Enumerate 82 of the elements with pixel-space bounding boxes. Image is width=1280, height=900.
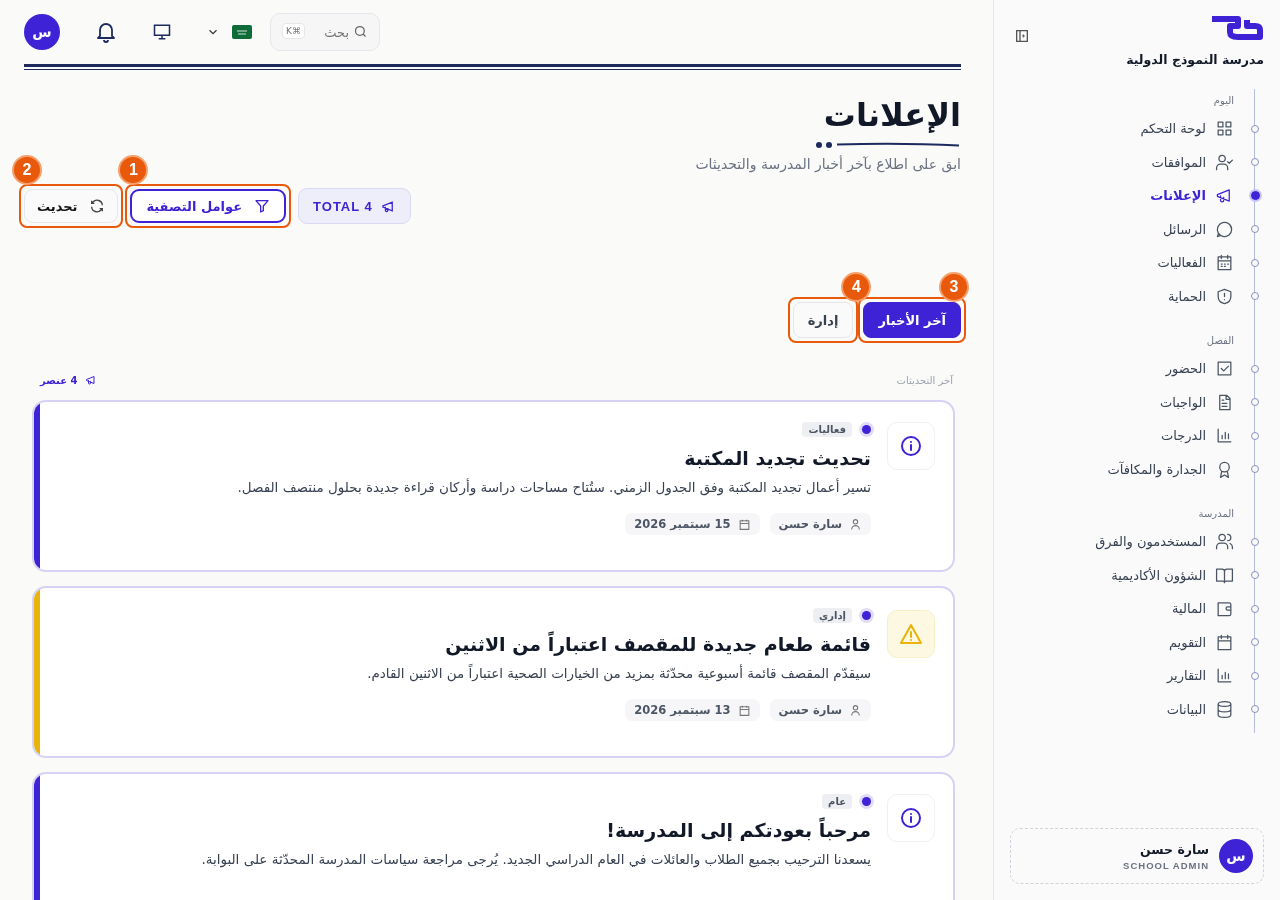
sidebar-toggle-icon[interactable] [1014, 28, 1030, 44]
language-selector[interactable] [206, 25, 252, 39]
page-title: الإعلانات [823, 96, 961, 134]
callout-badge: 1 [118, 155, 149, 185]
nav-item[interactable]: التقارير [1166, 666, 1234, 686]
nav-section-label: المدرسة [1197, 508, 1234, 519]
user-check-icon [1215, 152, 1234, 172]
tab[interactable]: إدارة [792, 302, 854, 338]
category-tag: فعاليات [802, 422, 852, 437]
info-icon [899, 434, 923, 458]
status-dot [862, 425, 871, 434]
nav-item[interactable]: الواجبات [1159, 392, 1234, 412]
nav-item[interactable]: لوحة التحكم [1140, 119, 1234, 139]
megaphone-icon [85, 374, 98, 386]
announcement-title: قائمة طعام جديدة للمقصف اعتباراً من الاثنين [445, 633, 871, 655]
date-text: 13 سبتمبر 2026 [634, 703, 731, 717]
person-icon [849, 703, 862, 717]
status-dot [862, 611, 871, 620]
megaphone-icon [380, 198, 396, 214]
announcement-title: مرحباً بعودتكم إلى المدرسة! [606, 819, 871, 841]
announcement-title: تحديث تجديد المكتبة [684, 447, 871, 469]
list-heading: آخر التحديثات [896, 374, 953, 386]
callout-badge: 4 [841, 272, 872, 302]
announcement-text: تسير أعمال تجديد المكتبة وفق الجدول الزمني. ستُتاح مساحات دراسة وأركان قراءة جديدة بحلول منتصف الفصل. [237, 479, 871, 495]
filter-icon [254, 198, 271, 214]
flag-icon [232, 25, 252, 39]
item-count-text: 4 عنصر [40, 374, 78, 386]
nav-item[interactable]: الإعلانات [1150, 186, 1234, 206]
filter-button[interactable]: عوامل التصفية [130, 189, 287, 223]
callout-badge: 2 [12, 155, 42, 185]
chat-bubble-icon [1215, 219, 1234, 239]
info-icon [899, 806, 923, 830]
announcement-card[interactable]: عام مرحباً بعودتكم إلى المدرسة! يسعدنا الترحيب بجميع الطلاب والعائلات في العام الدراسي الجديد. يُرجى مراجعة سياسات المدرسة المحدّثة على البوابة. [32, 772, 955, 900]
announcement-text: سيقدّم المقصف قائمة أسبوعية محدّثة بمزيد من الخيارات الصحية اعتباراً من الاثنين القادم. [367, 665, 871, 681]
date-text: 15 سبتمبر 2026 [634, 517, 731, 531]
author-name: سارة حسن [778, 703, 842, 717]
nav-item[interactable]: البيانات [1166, 699, 1234, 719]
shield-icon [1215, 286, 1234, 306]
shortcut-key: K⌘ [282, 23, 305, 39]
users-icon [1215, 532, 1234, 552]
author-name: سارة حسن [778, 517, 842, 531]
refresh-button[interactable]: تحديث [24, 189, 119, 223]
monitor-icon[interactable] [152, 22, 172, 42]
calendar-icon [737, 517, 751, 531]
nav-section-label: اليوم [1212, 95, 1234, 106]
nav-item[interactable]: المالية [1172, 599, 1234, 619]
total-count: TOTAL 4 [313, 198, 373, 214]
search-icon [353, 24, 368, 39]
profile-avatar[interactable]: س [24, 14, 60, 50]
nav-item[interactable]: الشؤون الأكاديمية [1111, 565, 1234, 585]
callout-badge: 3 [939, 272, 969, 302]
nav-item[interactable]: الحماية [1167, 286, 1234, 306]
wallet-icon [1215, 599, 1234, 619]
nav-item[interactable]: الجدارة والمكافآت [1107, 459, 1234, 479]
school-name: مدرسة النموذج الدولية [1126, 52, 1264, 67]
nav-item[interactable]: التقويم [1168, 632, 1234, 652]
notification-bell-icon[interactable] [94, 20, 118, 44]
nav-item[interactable]: الرسائل [1162, 219, 1234, 239]
database-icon [1215, 699, 1234, 719]
nav-item[interactable]: الدرجات [1161, 426, 1234, 446]
nav-item[interactable]: المستخدمون والفرق [1095, 532, 1234, 552]
person-icon [849, 517, 862, 531]
refresh-icon [89, 198, 106, 214]
nav-item[interactable]: الحضور [1165, 359, 1234, 379]
category-tag: عام [822, 794, 852, 809]
announcement-card[interactable]: إداري قائمة طعام جديدة للمقصف اعتباراً من الاثنين سيقدّم المقصف قائمة أسبوعية محدّثة بمزيد من الخيارات الصحية اعتباراً من الاثنين القادم. سارة حسن 13 سبتمبر 2026 [32, 586, 955, 758]
calendar-icon [1215, 632, 1234, 652]
user-avatar: س [1219, 839, 1253, 873]
nav-item[interactable]: الفعاليات [1157, 253, 1234, 273]
tab[interactable]: آخر الأخبار [863, 302, 961, 338]
announcement-text: يسعدنا الترحيب بجميع الطلاب والعائلات في العام الدراسي الجديد. يُرجى مراجعة سياسات المدرسة المحدّثة على البوابة. [201, 851, 871, 867]
calendar-icon [737, 703, 751, 717]
page-subtitle: ابق على اطلاع بآخر أخبار المدرسة والتحديثات [695, 156, 961, 172]
status-dot [862, 797, 871, 806]
nav-section-label: الفصل [1205, 335, 1234, 346]
nav-item[interactable]: الموافقات [1151, 152, 1234, 172]
calendar-icon [1215, 253, 1234, 273]
user-role: SCHOOL ADMIN [1123, 859, 1209, 871]
category-tag: إداري [813, 608, 852, 623]
warning-icon [899, 622, 923, 646]
user-name: سارة حسن [1139, 841, 1209, 857]
announcement-card[interactable]: فعاليات تحديث تجديد المكتبة تسير أعمال تجديد المكتبة وفق الجدول الزمني. ستُتاح مساحات دراسة وأركان قراءة جديدة بحلول منتصف الفصل. سارة حسن 15 سبتمبر 2026 [32, 400, 955, 572]
